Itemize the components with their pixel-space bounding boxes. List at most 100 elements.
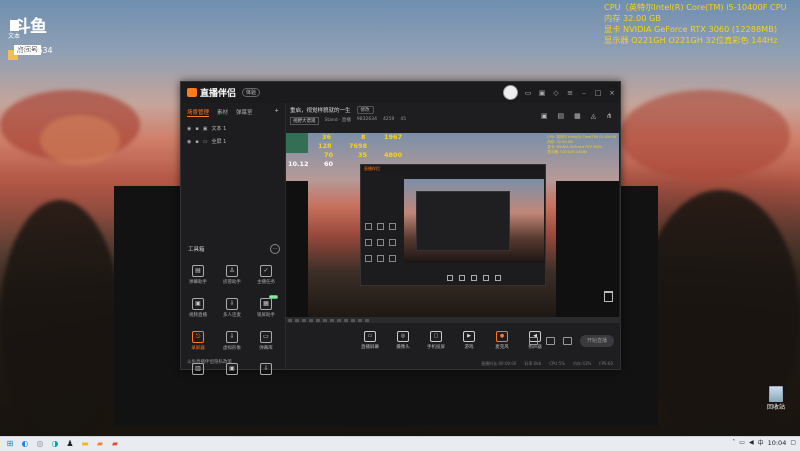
- start-button[interactable]: ⊞: [5, 439, 15, 449]
- category-button[interactable]: 视野大谱观: [290, 117, 319, 125]
- tool-audience[interactable]: ▥: [183, 363, 213, 377]
- tab-assets[interactable]: 素材: [217, 108, 228, 117]
- tab-scenes[interactable]: 场景管理: [187, 108, 210, 117]
- microphone-button[interactable]: ● 麦克风: [491, 330, 513, 350]
- edit-title-button[interactable]: 修改: [356, 106, 374, 114]
- avatar[interactable]: [503, 85, 518, 100]
- source-item[interactable]: ◉ ▪ ▣ 文本 1: [181, 122, 285, 135]
- layout-icon[interactable]: ▤: [557, 112, 564, 120]
- main-panel: 重启，视觉样貌就的一生 修改 视野大谱观 Stand · 直播 9832634 …: [286, 103, 621, 369]
- status-memory: 内存:43%: [573, 361, 592, 366]
- grid-icon[interactable]: ▦: [574, 112, 581, 120]
- system-info-overlay: CPU（英特尔Intel(R) Core(TM) i5-10400F CPU 内…: [604, 2, 787, 46]
- close-icon[interactable]: ×: [608, 89, 616, 97]
- tool-label: 多人连麦: [223, 313, 241, 318]
- control-label: 手机投屏: [427, 344, 445, 350]
- record-icon[interactable]: [529, 337, 538, 345]
- nested-control-icon: [495, 275, 501, 281]
- taskbar-app-explorer[interactable]: ▬: [80, 439, 90, 449]
- menu-icon[interactable]: ≡: [566, 89, 574, 97]
- tool-danmu-lib[interactable]: ▭ 弹幕库: [251, 331, 281, 351]
- ime-indicator[interactable]: 中: [758, 438, 764, 447]
- camera-button[interactable]: ◎ 摄像头: [392, 330, 414, 350]
- edge-icon: ◑: [51, 439, 59, 448]
- status-bitrate: 码率:0kb: [524, 361, 542, 366]
- scene-thumb[interactable]: [330, 318, 334, 322]
- tool-recorder[interactable]: ⎋ 录屏器: [183, 331, 213, 351]
- source-label: 文本 1: [211, 126, 227, 132]
- phone-cast-button[interactable]: ▢ 手机投屏: [425, 330, 447, 350]
- clock[interactable]: 10:04: [768, 439, 787, 447]
- scene-thumb[interactable]: [295, 318, 299, 322]
- volume-icon[interactable]: ◀: [749, 439, 754, 446]
- scene-thumb[interactable]: [323, 318, 327, 322]
- scene-thumb[interactable]: [309, 318, 313, 322]
- tab-danmu[interactable]: 弹幕室: [236, 108, 253, 117]
- nested-tool-icon: [365, 255, 372, 262]
- live-preview[interactable]: 36 8 1967 128 7698 70 35 4800 10.12 60 C…: [286, 133, 619, 317]
- nested-controls: [404, 273, 544, 283]
- taskbar-app-douyu2[interactable]: ▰: [110, 439, 120, 449]
- start-live-button[interactable]: 开始直播: [580, 335, 614, 347]
- source-item[interactable]: ◉ ▪ ▭ 全屏 1: [181, 135, 285, 148]
- eye-icon[interactable]: ◉: [187, 139, 191, 145]
- scene-thumb[interactable]: [344, 318, 348, 322]
- minimize-icon[interactable]: –: [580, 89, 588, 97]
- toolbox-title: 工具箱: [188, 247, 205, 253]
- app-logo-icon: [187, 88, 197, 97]
- chevron-up-icon[interactable]: ˄: [732, 439, 735, 446]
- network-icon[interactable]: ▭: [739, 439, 745, 446]
- lock-icon[interactable]: ▪: [195, 139, 198, 145]
- toolbox-more-icon[interactable]: ···: [270, 244, 280, 254]
- hud-value: 35: [358, 151, 368, 159]
- gear-icon[interactable]: [563, 337, 572, 345]
- desk-window-shadow: [114, 186, 180, 426]
- scene-thumb[interactable]: [316, 318, 320, 322]
- taskbar-app-edge[interactable]: ◐: [20, 439, 30, 449]
- game-button[interactable]: ▶ 游戏: [458, 330, 480, 350]
- tool-more[interactable]: ⇩: [251, 363, 281, 377]
- tool-welfare[interactable]: ▣: [217, 363, 247, 377]
- scene-thumb[interactable]: [351, 318, 355, 322]
- room-id: 9832634: [356, 117, 377, 122]
- taskbar-app-douyu[interactable]: ▰: [95, 439, 105, 449]
- message-icon[interactable]: ▭: [524, 89, 532, 97]
- trees-left: [0, 200, 120, 436]
- scene-thumb[interactable]: [288, 318, 292, 322]
- tool-lock-screen[interactable]: ▦ NEW 锁屏助手: [251, 295, 281, 318]
- recycle-bin[interactable]: 回收站: [765, 386, 787, 411]
- app-title: 直播伴侣: [200, 89, 237, 99]
- tool-avatar[interactable]: ⇩ 虚拟形象: [217, 331, 247, 351]
- notification-icon[interactable]: ▢: [790, 439, 796, 446]
- scene-thumb[interactable]: [302, 318, 306, 322]
- eye-icon[interactable]: ◉: [187, 126, 191, 132]
- lock-icon[interactable]: ▪: [195, 126, 198, 132]
- gift-icon[interactable]: ▣: [538, 89, 546, 97]
- settings-icon[interactable]: [546, 337, 555, 345]
- share-icon[interactable]: ⋔: [606, 112, 612, 120]
- tool-video[interactable]: ▣ 视频直播: [183, 298, 213, 318]
- download-icon: ⇩: [226, 331, 238, 343]
- tool-multi-link[interactable]: ⇩ 多人连麦: [217, 298, 247, 318]
- tool-tasks[interactable]: ✓ 主播任务: [251, 265, 281, 285]
- live-actions: 开始直播: [529, 335, 614, 347]
- taskbar-app-edge2[interactable]: ◑: [50, 439, 60, 449]
- save-icon[interactable]: ▣: [541, 112, 548, 120]
- privacy-notice[interactable]: 斗鱼直播伴侣隐私政策: [187, 359, 232, 365]
- taskbar-app-browser[interactable]: ◎: [35, 439, 45, 449]
- tool-danmu-helper[interactable]: ▤ 弹幕助手: [183, 265, 213, 285]
- screen-capture-button[interactable]: ▭ 直播屏幕: [359, 330, 381, 350]
- taskbar-app-qq[interactable]: ♟: [65, 439, 75, 449]
- scene-thumb[interactable]: [358, 318, 362, 322]
- douyu-icon: ▰: [96, 439, 104, 448]
- version-badge[interactable]: 体验: [242, 88, 261, 97]
- scene-thumb[interactable]: [337, 318, 341, 322]
- tool-label: 主播任务: [257, 280, 275, 285]
- scene-thumb[interactable]: [365, 318, 369, 322]
- bell-icon[interactable]: ◬: [591, 112, 596, 120]
- maximize-icon[interactable]: □: [594, 89, 602, 97]
- shield-icon[interactable]: ◇: [552, 89, 560, 97]
- add-source-button[interactable]: +: [274, 108, 279, 117]
- tool-room-admin[interactable]: ♙ 房管助手: [217, 265, 247, 285]
- trash-icon[interactable]: [604, 291, 613, 302]
